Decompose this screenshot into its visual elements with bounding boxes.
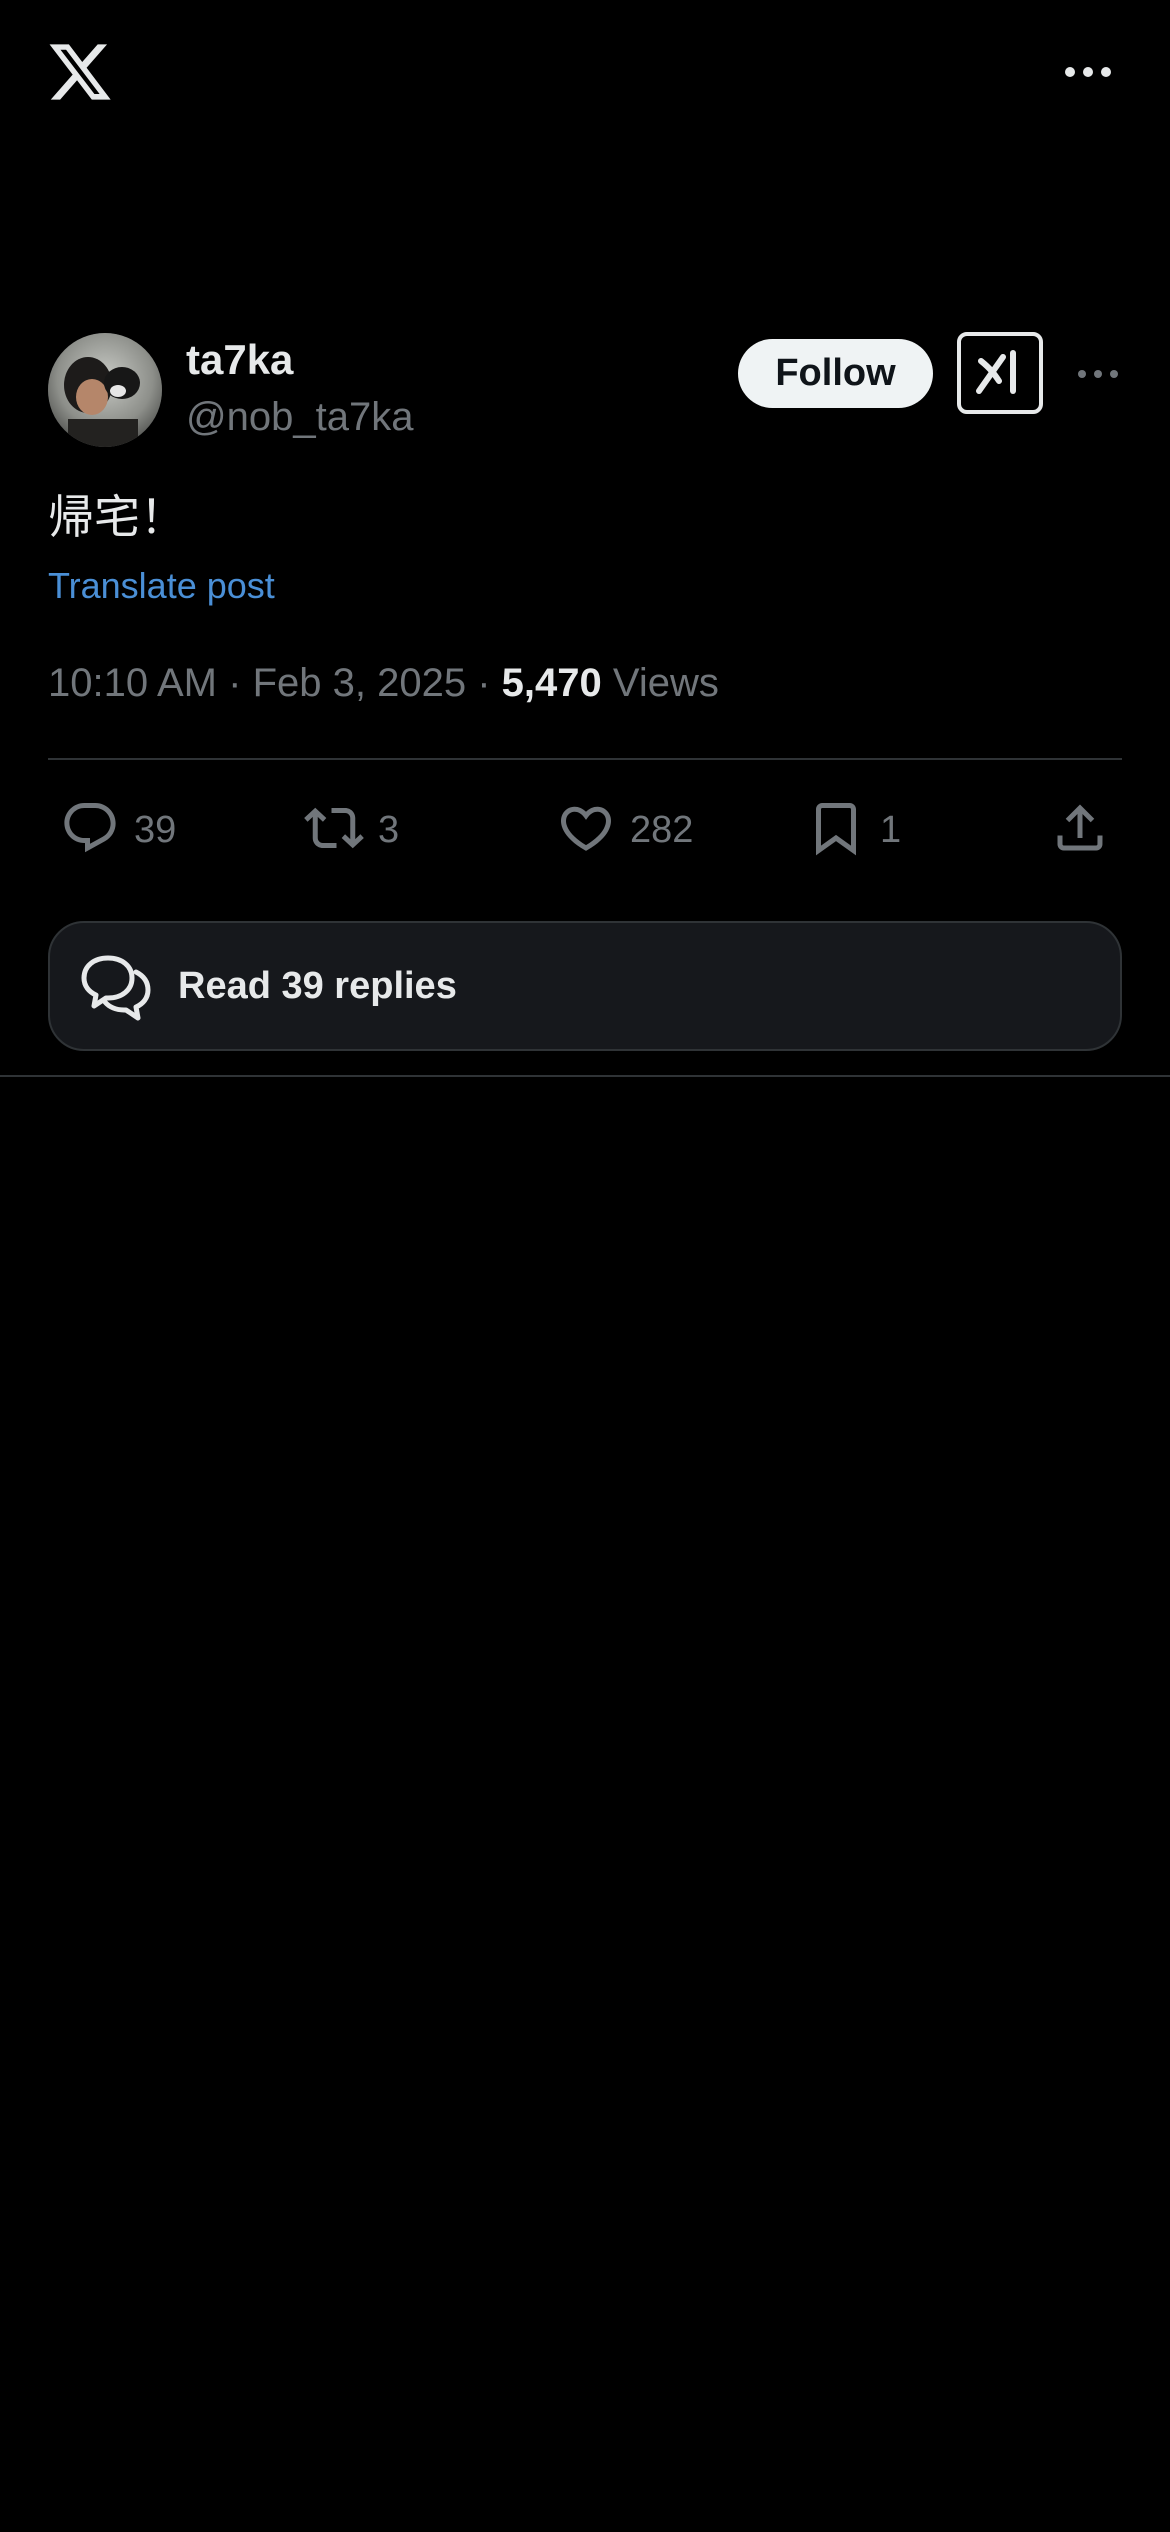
views-label: Views — [612, 661, 719, 705]
x-logo-icon[interactable] — [46, 38, 114, 106]
translate-post-link[interactable]: Translate post — [48, 558, 275, 614]
avatar[interactable] — [48, 333, 162, 447]
follow-button[interactable]: Follow — [738, 339, 933, 408]
user-handle[interactable]: @nob_ta7ka — [186, 392, 413, 442]
share-icon — [1050, 798, 1110, 863]
reply-button[interactable]: 39 — [60, 790, 176, 870]
read-replies-button[interactable]: Read 39 replies — [48, 921, 1122, 1051]
more-horizontal-icon[interactable] — [1058, 52, 1118, 92]
repost-count: 3 — [378, 809, 400, 851]
meta-separator: · — [477, 661, 491, 705]
reply-count: 39 — [134, 809, 177, 851]
bookmark-count: 1 — [880, 809, 902, 851]
divider — [0, 1075, 1170, 1077]
share-button[interactable] — [1050, 790, 1110, 870]
read-replies-label: Read 39 replies — [178, 964, 457, 1007]
reply-icon — [60, 798, 120, 863]
divider — [48, 758, 1122, 760]
post-more-icon[interactable] — [1068, 354, 1128, 394]
chat-bubbles-icon — [78, 948, 154, 1024]
post-text: 帰宅！ — [48, 491, 186, 543]
display-name[interactable]: ta7ka — [186, 334, 293, 386]
post-date[interactable]: Feb 3, 2025 — [253, 661, 467, 705]
heart-icon — [556, 798, 616, 863]
repost-icon — [304, 798, 364, 863]
repost-button[interactable]: 3 — [304, 790, 399, 870]
like-count: 282 — [630, 809, 694, 851]
grok-icon — [973, 347, 1027, 400]
meta-separator: · — [228, 661, 242, 705]
views-count: 5,470 — [501, 661, 602, 705]
grok-button[interactable] — [957, 332, 1043, 414]
bookmark-icon — [806, 798, 866, 863]
like-button[interactable]: 282 — [556, 790, 693, 870]
post-meta: 10:10 AM · Feb 3, 2025 · 5,470 Views — [48, 655, 719, 711]
post-time[interactable]: 10:10 AM — [48, 661, 217, 705]
bookmark-button[interactable]: 1 — [806, 790, 901, 870]
